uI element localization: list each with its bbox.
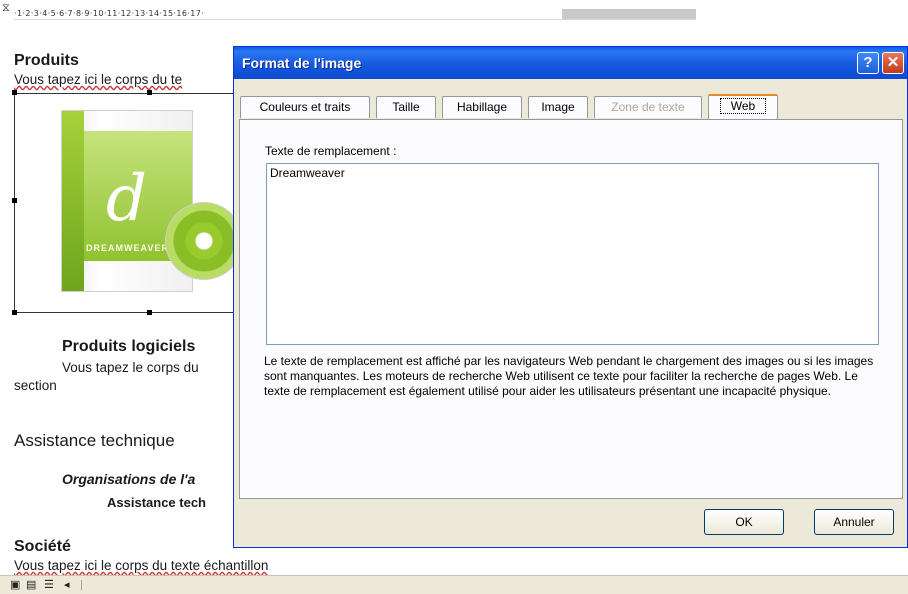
outline-view-icon[interactable]: ☰ — [44, 578, 54, 592]
box-product-name: DREAMWEAVER — [86, 243, 169, 253]
resize-handle-top-middle[interactable] — [147, 90, 152, 95]
heading-produits-logiciels: Produits logiciels — [62, 338, 196, 355]
ok-button[interactable]: OK — [704, 509, 784, 535]
heading-produits: Produits — [14, 52, 79, 69]
tab-habillage[interactable]: Habillage — [442, 96, 522, 118]
resize-handle-bottom-middle[interactable] — [147, 310, 152, 315]
web-view-icon[interactable]: ▤ — [26, 578, 36, 592]
alt-text-help: Le texte de remplacement est affiché par… — [264, 354, 874, 398]
indent-marker-icon[interactable]: ⧖ — [2, 3, 11, 22]
close-button[interactable]: ✕ — [882, 52, 904, 74]
dialog-tabs: Couleurs et traits Taille Habillage Imag… — [240, 94, 900, 120]
horizontal-ruler[interactable]: ⧖ ·1·2·3·4·5·6·7·8·9·10·11·12·13·14·15·1… — [0, 0, 908, 26]
dreamweaver-logo-icon: d — [106, 162, 147, 236]
resize-handle-bottom-left[interactable] — [12, 310, 17, 315]
tab-taille[interactable]: Taille — [376, 96, 436, 118]
resize-handle-top-left[interactable] — [12, 90, 17, 95]
ruler-track[interactable]: ·1·2·3·4·5·6·7·8·9·10·11·12·13·14·15·16·… — [14, 9, 696, 20]
product-image[interactable]: d DREAMWEAVER — [14, 93, 234, 313]
alt-text-input[interactable]: Dreamweaver — [266, 163, 879, 345]
body-text-2b: section — [14, 378, 57, 393]
body-text-2a: Vous tapez le corps du — [62, 360, 199, 375]
alt-text-label: Texte de remplacement : — [265, 144, 397, 158]
ruler-marks: ·1·2·3·4·5·6·7·8·9·10·11·12·13·14·15·16·… — [14, 9, 205, 18]
subheading-assistance-technique: Assistance tech — [107, 495, 206, 510]
body-text-1: Vous tapez ici le corps du te — [14, 72, 183, 87]
web-tab-panel: Texte de remplacement : Dreamweaver Le t… — [239, 119, 903, 499]
dialog-title: Format de l'image — [242, 55, 362, 71]
scrollbar-divider: | — [80, 579, 83, 591]
heading-assistance-technique: Assistance technique — [14, 431, 175, 450]
dialog-titlebar[interactable]: Format de l'image ? ✕ — [234, 47, 907, 79]
normal-view-icon[interactable]: ▣ — [10, 578, 20, 592]
box-spine — [62, 111, 84, 291]
tab-web-label: Web — [719, 98, 767, 114]
format-image-dialog: Format de l'image ? ✕ Couleurs et traits… — [233, 46, 908, 548]
body-text-3: Vous tapez ici le corps du texte échanti… — [14, 558, 269, 573]
cancel-button[interactable]: Annuler — [814, 509, 894, 535]
tab-couleurs-et-traits[interactable]: Couleurs et traits — [240, 96, 370, 118]
ruler-right-margin — [562, 9, 696, 19]
tab-zone-de-texte: Zone de texte — [594, 96, 702, 118]
subheading-organisations: Organisations de l'a — [62, 471, 196, 487]
cd-disc-icon — [165, 202, 233, 280]
help-button[interactable]: ? — [857, 52, 879, 74]
view-statusbar: ▣ ▤ ☰ ◂ | — [0, 575, 908, 594]
resize-handle-middle-left[interactable] — [12, 198, 17, 203]
tab-web[interactable]: Web — [708, 94, 778, 119]
scroll-left-icon[interactable]: ◂ — [64, 578, 70, 592]
tab-image[interactable]: Image — [528, 96, 588, 118]
heading-societe: Société — [14, 538, 71, 555]
